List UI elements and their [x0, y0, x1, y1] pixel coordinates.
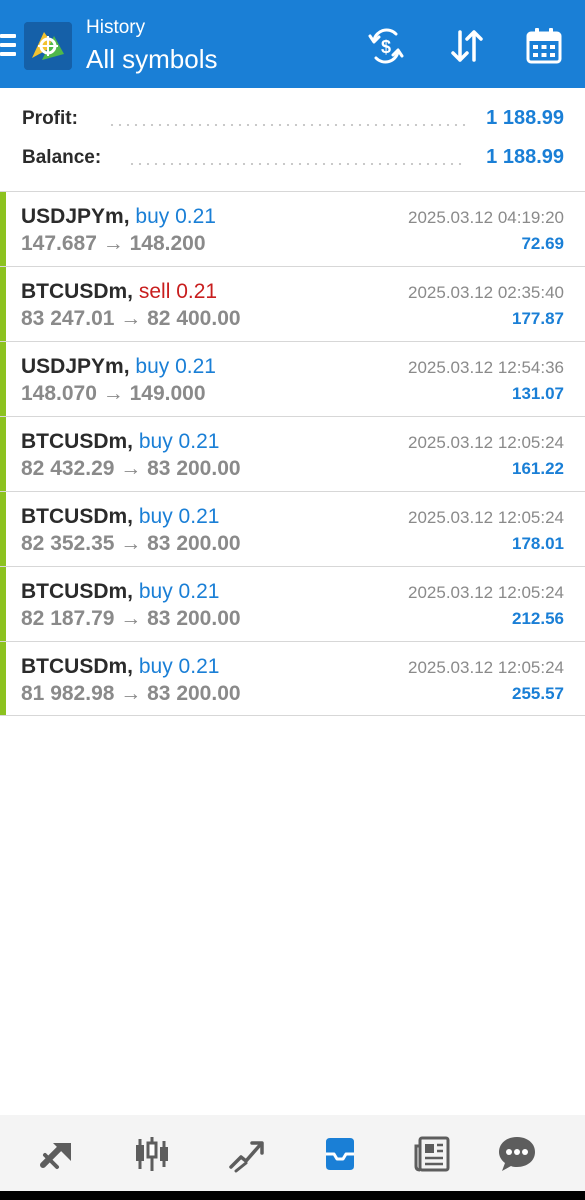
deal-profit: 212.56 [512, 609, 564, 628]
arrow-icon: → [120, 532, 142, 555]
app-logo-icon [24, 22, 72, 70]
deal-profit: 177.87 [512, 309, 564, 328]
deposit-withdraw-icon[interactable]: $ [364, 24, 408, 68]
deal-action: buy 0.21 [138, 505, 220, 528]
open-price: 148.070 [21, 382, 97, 405]
profit-indicator [0, 192, 6, 266]
deal-profit: 161.22 [512, 459, 564, 478]
dotted-leader [128, 163, 466, 165]
sort-icon[interactable] [445, 24, 489, 68]
open-price: 83 247.01 [21, 307, 115, 330]
arrow-icon: → [102, 382, 124, 405]
profit-indicator [0, 642, 6, 715]
open-price: 82 432.29 [21, 457, 115, 480]
deal-time: 2025.03.12 12:54:36 [408, 358, 564, 377]
deal-action: buy 0.21 [138, 580, 220, 603]
deal-action: buy 0.21 [138, 430, 220, 453]
deal-profit: 72.69 [521, 234, 564, 253]
profit-indicator [0, 267, 6, 341]
deal-profit: 178.01 [512, 534, 564, 553]
close-price: 82 400.00 [147, 307, 241, 330]
deal-action: buy 0.21 [135, 355, 216, 378]
balance-row: Balance: 1 188.99 [0, 141, 585, 177]
deal-symbol: BTCUSDm, [21, 655, 134, 678]
close-price: 148.200 [129, 232, 206, 255]
deal-symbol: BTCUSDm, [21, 580, 134, 603]
deal-row[interactable]: USDJPYm, buy 0.21 147.687 → 148.200 2025… [0, 191, 585, 266]
deal-row[interactable]: BTCUSDm, sell 0.21 83 247.01 → 82 400.00… [0, 266, 585, 341]
deal-time: 2025.03.12 04:19:20 [408, 208, 564, 227]
arrow-icon: → [102, 232, 124, 255]
close-price: 83 200.00 [147, 607, 241, 630]
balance-label: Balance: [22, 147, 102, 168]
deal-symbol: USDJPYm, [21, 355, 130, 378]
deal-time: 2025.03.12 02:35:40 [408, 283, 564, 302]
deal-symbol: BTCUSDm, [21, 505, 134, 528]
chart-icon[interactable] [127, 1129, 177, 1179]
open-price: 82 352.35 [21, 532, 115, 555]
deal-row[interactable]: BTCUSDm, buy 0.21 82 187.79 → 83 200.00 … [0, 566, 585, 641]
dotted-leader [108, 124, 466, 126]
calendar-icon[interactable] [522, 24, 566, 68]
deal-row[interactable]: BTCUSDm, buy 0.21 82 432.29 → 83 200.00 … [0, 416, 585, 491]
deals-list: USDJPYm, buy 0.21 147.687 → 148.200 2025… [0, 191, 585, 716]
deal-row[interactable]: BTCUSDm, buy 0.21 81 982.98 → 83 200.00 … [0, 641, 585, 716]
profit-indicator [0, 492, 6, 566]
deal-symbol: USDJPYm, [21, 205, 130, 228]
system-bar [0, 1191, 585, 1200]
profit-indicator [0, 342, 6, 416]
close-price: 83 200.00 [147, 457, 241, 480]
arrow-icon: → [120, 607, 142, 630]
bottom-navigation [0, 1115, 585, 1191]
deal-time: 2025.03.12 12:05:24 [408, 583, 564, 602]
arrow-icon: → [120, 457, 142, 480]
close-price: 149.000 [129, 382, 206, 405]
header-title[interactable]: All symbols [86, 44, 217, 74]
deal-time: 2025.03.12 12:05:24 [408, 508, 564, 527]
close-price: 83 200.00 [147, 682, 241, 705]
deal-action: sell 0.21 [138, 280, 218, 303]
messages-icon[interactable] [492, 1129, 542, 1179]
account-summary: Profit: 1 188.99 Balance: 1 188.99 [0, 88, 585, 192]
profit-indicator [0, 417, 6, 491]
trade-icon[interactable] [222, 1129, 272, 1179]
deal-row[interactable]: USDJPYm, buy 0.21 148.070 → 149.000 2025… [0, 341, 585, 416]
open-price: 81 982.98 [21, 682, 115, 705]
close-price: 83 200.00 [147, 532, 241, 555]
deal-profit: 255.57 [512, 684, 564, 703]
deal-time: 2025.03.12 12:05:24 [408, 433, 564, 452]
quotes-icon[interactable] [33, 1129, 83, 1179]
open-price: 147.687 [21, 232, 97, 255]
history-icon[interactable] [315, 1129, 365, 1179]
deal-action: buy 0.21 [135, 205, 216, 228]
profit-row: Profit: 1 188.99 [0, 102, 585, 138]
balance-value: 1 188.99 [486, 146, 564, 168]
deal-symbol: BTCUSDm, [21, 280, 134, 303]
open-price: 82 187.79 [21, 607, 115, 630]
news-icon[interactable] [408, 1129, 458, 1179]
menu-icon[interactable] [0, 34, 16, 56]
svg-text:$: $ [381, 37, 391, 57]
deal-profit: 131.07 [512, 384, 564, 403]
deal-symbol: BTCUSDm, [21, 430, 134, 453]
arrow-icon: → [120, 682, 142, 705]
deal-row[interactable]: BTCUSDm, buy 0.21 82 352.35 → 83 200.00 … [0, 491, 585, 566]
app-header: History All symbols $ [0, 0, 585, 88]
profit-label: Profit: [22, 108, 78, 129]
profit-indicator [0, 567, 6, 641]
deal-time: 2025.03.12 12:05:24 [408, 658, 564, 677]
deal-action: buy 0.21 [138, 655, 220, 678]
header-subtitle: History [86, 17, 146, 38]
profit-value: 1 188.99 [486, 107, 564, 129]
arrow-icon: → [120, 307, 142, 330]
